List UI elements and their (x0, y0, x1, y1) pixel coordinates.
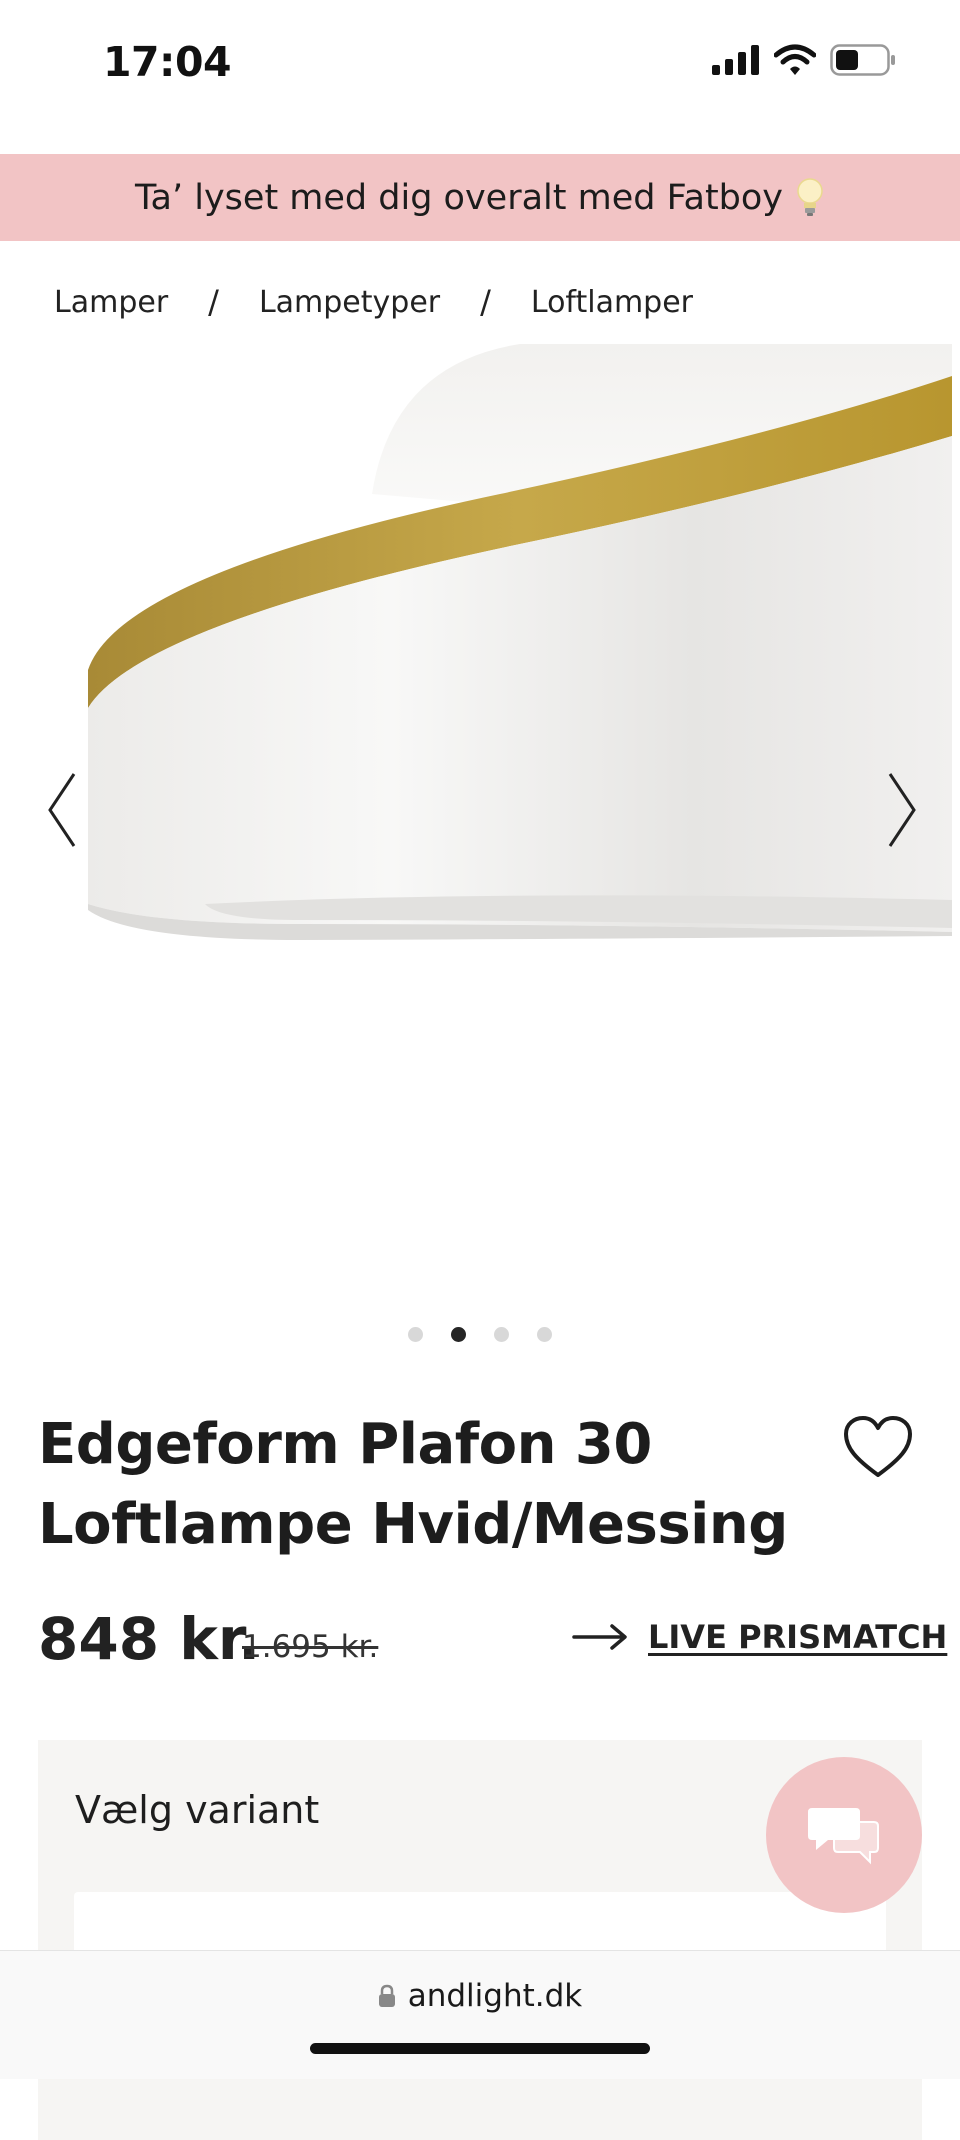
product-image (88, 344, 952, 940)
product-title-line2: Loftlampe Hvid/Messing (38, 1492, 788, 1557)
promo-banner[interactable]: Ta’ lyset med dig overalt med Fatboy (0, 154, 960, 241)
status-icons (712, 44, 896, 76)
gallery-pagination (0, 1327, 960, 1342)
live-prismatch-link[interactable]: LIVE PRISMATCH (572, 1618, 947, 1656)
cellular-signal-icon (712, 45, 759, 75)
lightbulb-icon (795, 177, 825, 219)
promo-text: Ta’ lyset med dig overalt med Fatboy (134, 177, 784, 218)
wifi-icon (774, 44, 816, 75)
url-text: andlight.dk (407, 1978, 583, 2014)
live-prismatch-label: LIVE PRISMATCH (648, 1618, 948, 1656)
breadcrumb-item-lampetyper[interactable]: Lampetyper (259, 285, 440, 320)
url-display[interactable]: andlight.dk (0, 1978, 960, 2014)
chevron-left-icon[interactable] (44, 770, 84, 850)
breadcrumb: Lamper / Lampetyper / Loftlamper (54, 283, 693, 321)
old-price: 1.695 kr. (242, 1629, 379, 1665)
lock-icon (378, 1984, 395, 2007)
current-price: 848 kr. (38, 1605, 261, 1673)
chevron-right-icon[interactable] (880, 770, 920, 850)
product-title-line1: Edgeform Plafon 30 (38, 1412, 652, 1477)
breadcrumb-separator: / (480, 283, 491, 321)
battery-icon (830, 44, 895, 76)
gallery-dot[interactable] (408, 1327, 423, 1342)
heart-icon[interactable] (842, 1415, 914, 1479)
browser-url-bar[interactable] (0, 1950, 960, 2079)
chat-bubbles-icon (808, 1808, 879, 1865)
breadcrumb-item-loftlamper[interactable]: Loftlamper (531, 285, 693, 320)
chat-button[interactable] (766, 1757, 922, 1913)
home-indicator[interactable] (310, 2043, 650, 2054)
breadcrumb-item-lamper[interactable]: Lamper (54, 285, 168, 320)
gallery-dot[interactable] (537, 1327, 552, 1342)
product-image-gallery[interactable] (0, 344, 960, 1284)
breadcrumb-separator: / (208, 283, 219, 321)
product-title: Edgeform Plafon 30 Loftlampe Hvid/Messin… (38, 1405, 808, 1565)
gallery-dot[interactable] (494, 1327, 509, 1342)
variant-heading: Vælg variant (75, 1788, 320, 1832)
status-time: 17:04 (103, 38, 232, 86)
gallery-dot-active[interactable] (451, 1327, 466, 1342)
arrow-right-icon (572, 1624, 627, 1650)
